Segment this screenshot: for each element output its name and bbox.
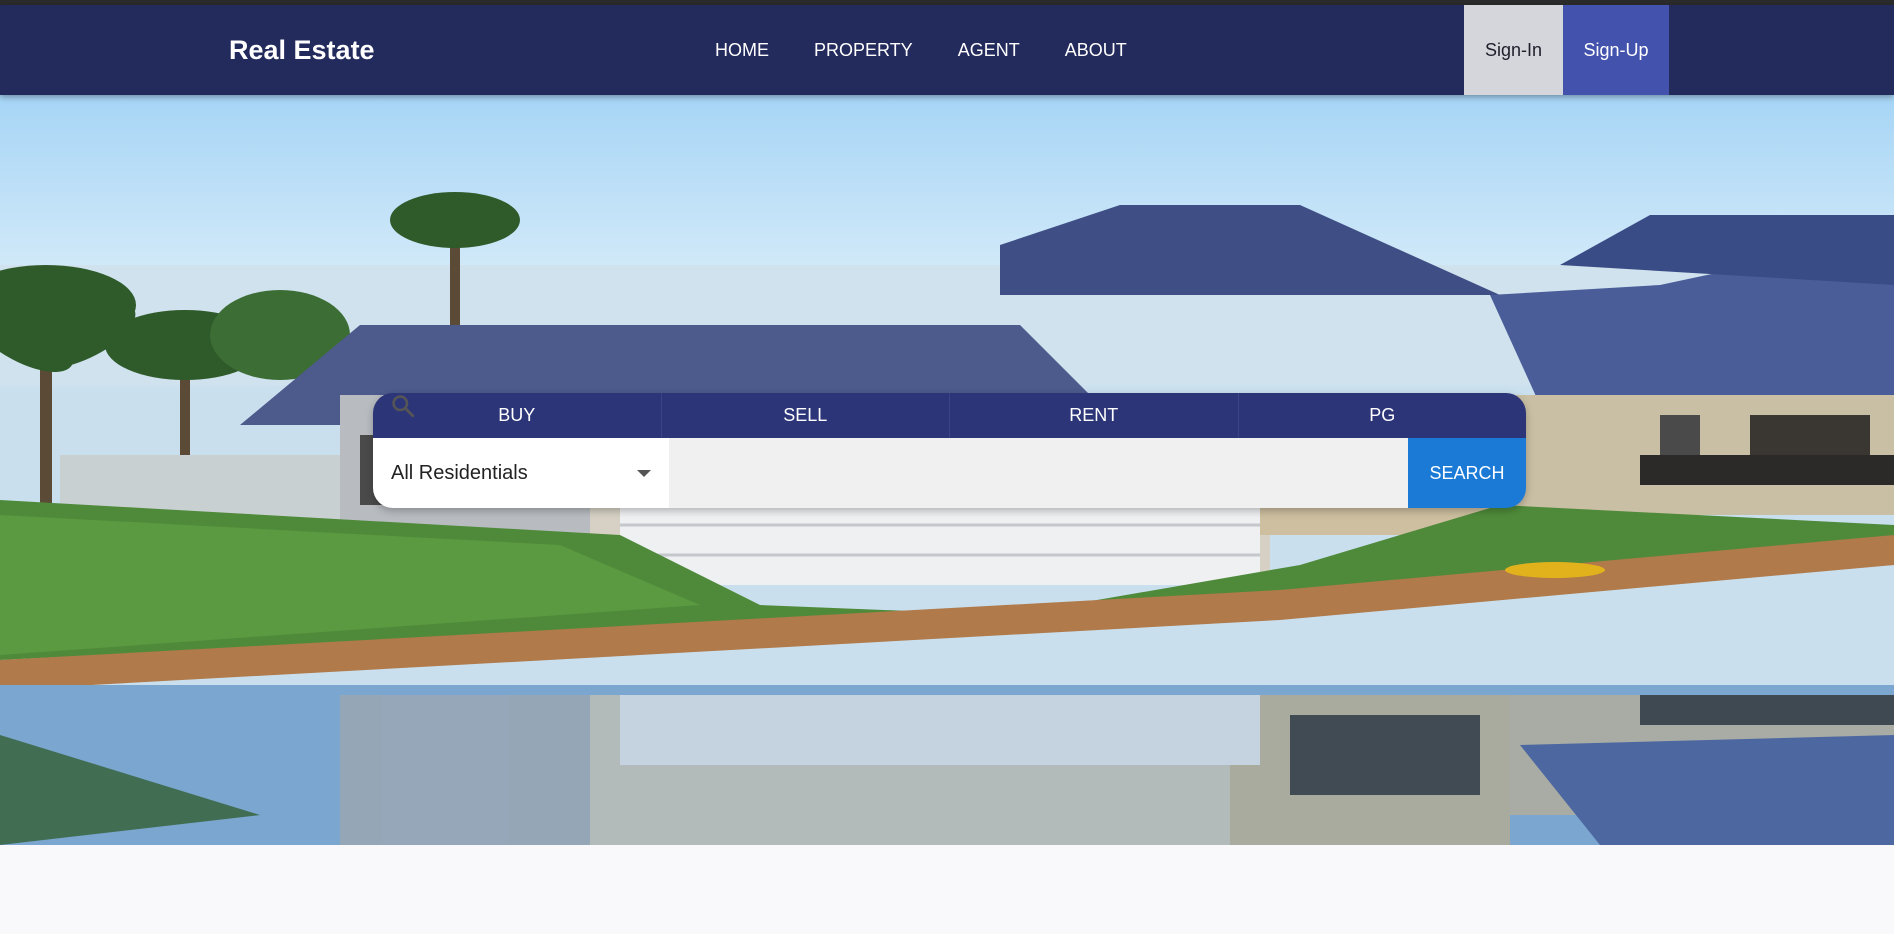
search-button[interactable]: SEARCH [1408,438,1526,508]
brand-logo[interactable]: Real Estate [229,5,375,95]
category-select[interactable]: All Residentials [373,438,669,508]
sign-in-button[interactable]: Sign-In [1464,5,1563,95]
main-nav: HOME PROPERTY AGENT ABOUT [715,5,1172,95]
hero-banner: BUY SELL RENT PG All Residentials SEARCH [0,95,1894,845]
category-select-value: All Residentials [391,461,528,484]
tab-pg[interactable]: PG [1239,393,1527,438]
search-input[interactable] [669,438,1408,508]
nav-about[interactable]: ABOUT [1065,40,1127,61]
property-search-widget: BUY SELL RENT PG All Residentials SEARCH [373,393,1526,508]
tab-rent[interactable]: RENT [950,393,1239,438]
tab-buy[interactable]: BUY [373,393,662,438]
tab-sell[interactable]: SELL [662,393,950,438]
nav-home[interactable]: HOME [715,40,769,61]
nav-property[interactable]: PROPERTY [814,40,913,61]
sign-up-button[interactable]: Sign-Up [1563,5,1669,95]
navbar: Real Estate HOME PROPERTY AGENT ABOUT Si… [0,5,1894,95]
search-row: All Residentials SEARCH [373,395,1526,508]
search-input-area [392,395,1408,508]
search-icon [392,395,415,418]
auth-buttons: Sign-In Sign-Up [1464,5,1669,95]
nav-agent[interactable]: AGENT [958,40,1020,61]
search-tabs: BUY SELL RENT PG [373,393,1526,438]
chevron-down-icon [637,470,651,477]
